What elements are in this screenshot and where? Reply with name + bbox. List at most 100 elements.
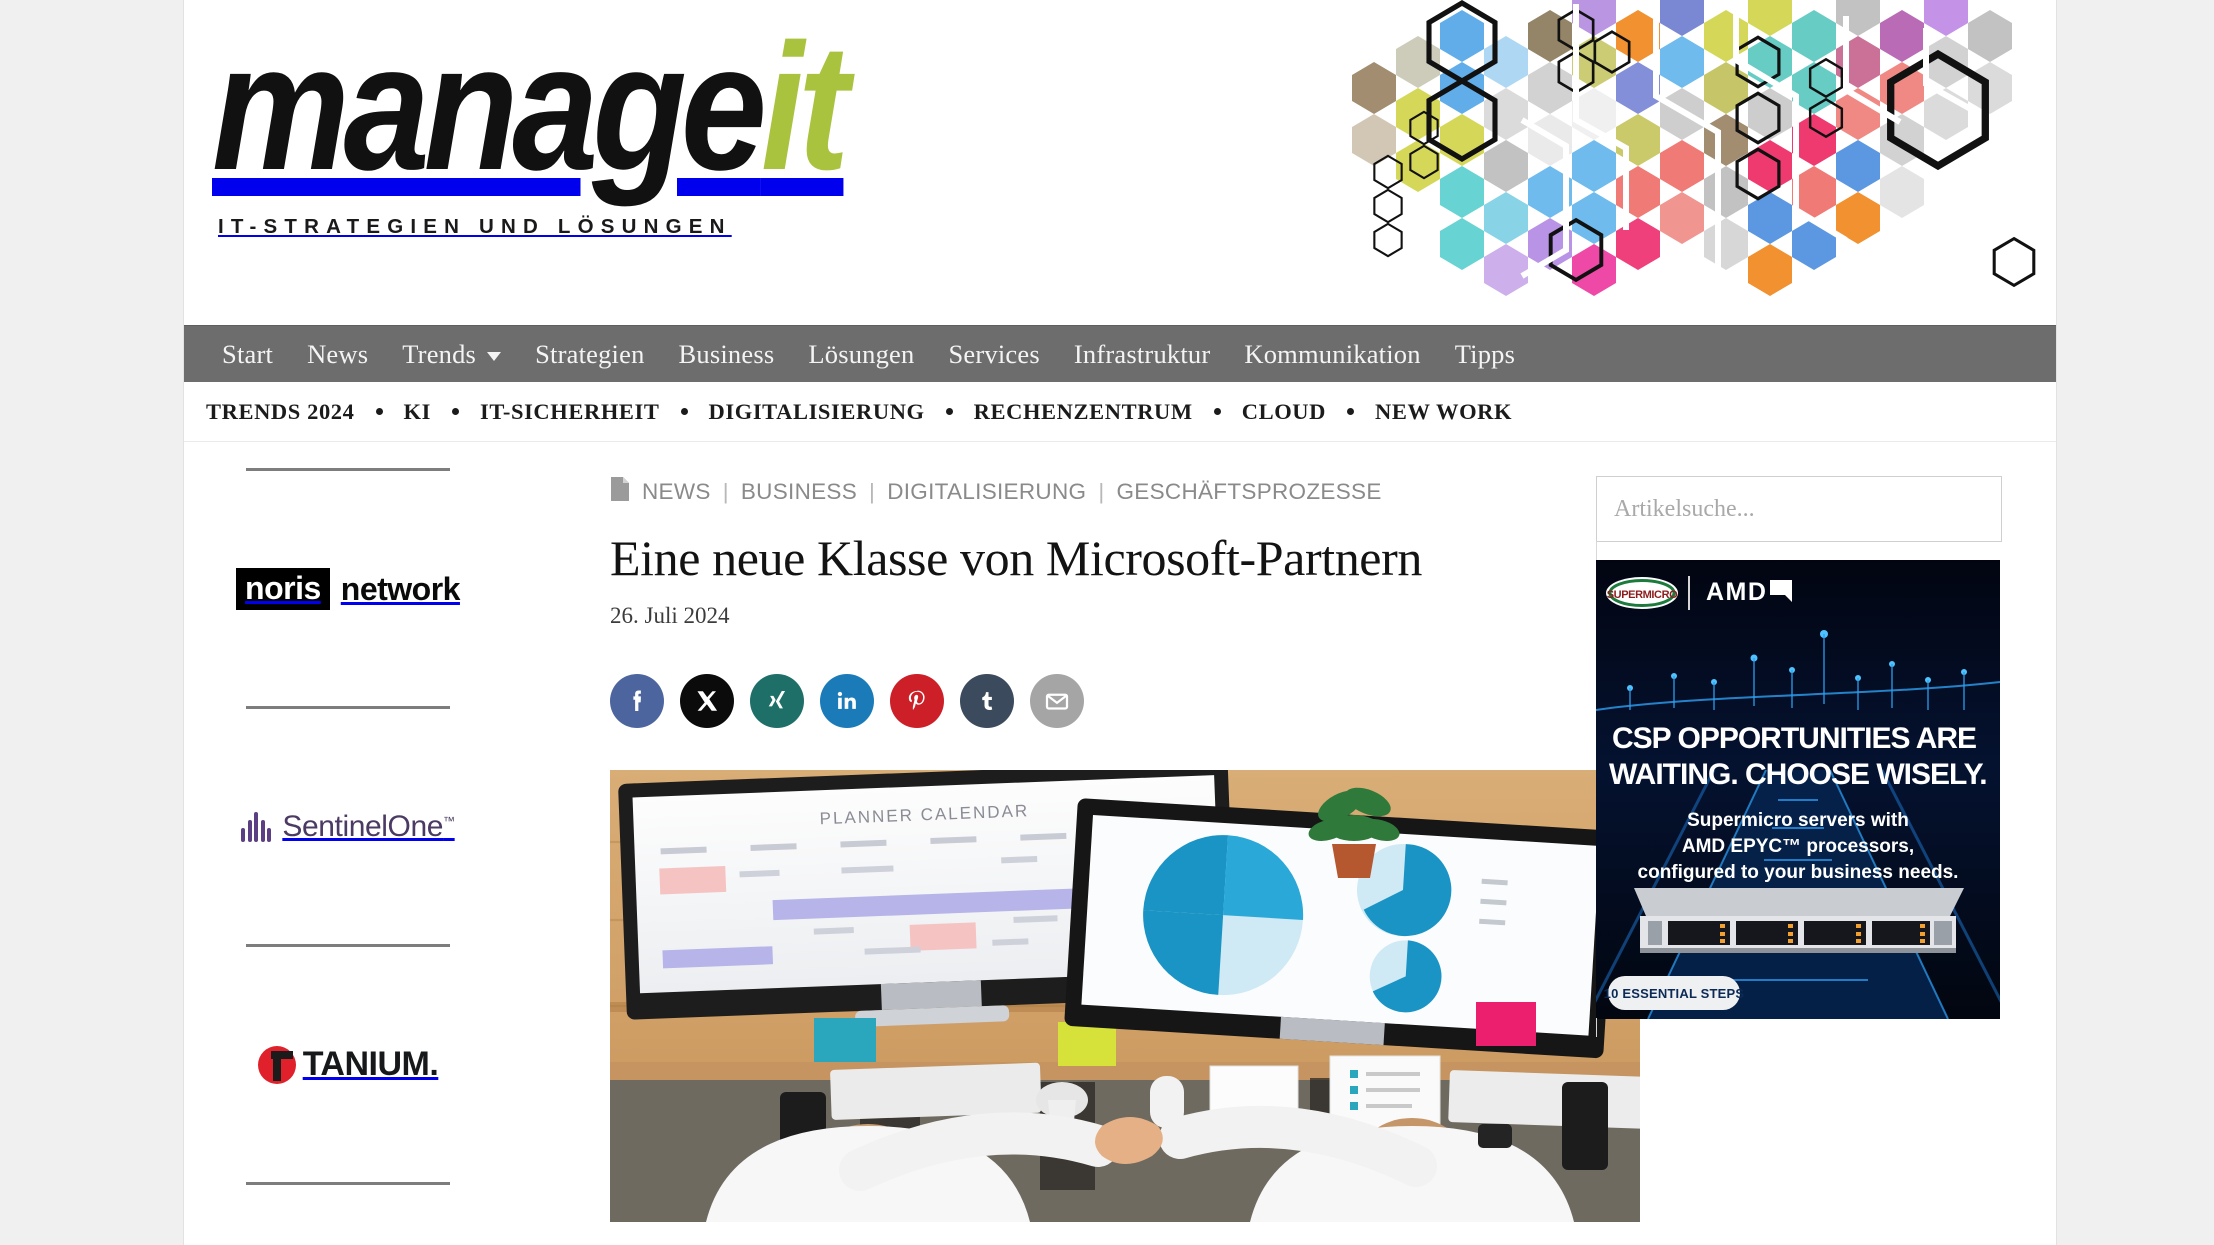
bullet-separator-icon (375, 408, 383, 415)
noris-network-logo[interactable]: noris network (236, 567, 461, 610)
share-xing-button[interactable] (750, 674, 804, 728)
page-gutter-right (2056, 0, 2214, 1245)
sentinelone-mark-icon (241, 811, 272, 842)
nav-item-business[interactable]: Business (662, 326, 792, 382)
nav-link-kommunikation[interactable]: Kommunikation (1244, 339, 1420, 370)
nav-link-infrastruktur[interactable]: Infrastruktur (1074, 339, 1211, 370)
page-content: manageit IT-STRATEGIEN UND LÖSUNGEN Star… (184, 0, 2056, 1245)
trends-item-ki[interactable]: KI (404, 399, 431, 425)
tanium-logo[interactable]: TANIUM. (257, 1045, 439, 1084)
x-twitter-icon (697, 691, 718, 711)
main-nav-list: Start News Trends Strategien Business Lö… (184, 326, 2056, 382)
sponsor-slot-sentinelone[interactable]: SentinelOne™ (208, 709, 488, 944)
tumblr-icon (982, 692, 993, 710)
trends-item-rechenzentrum[interactable]: RECHENZENTRUM (974, 399, 1193, 425)
category-separator: | (1098, 479, 1105, 504)
nav-label: Business (678, 338, 775, 369)
nav-link-news[interactable]: News (307, 339, 368, 370)
nav-link-start[interactable]: Start (222, 339, 273, 370)
article-search-box[interactable] (1596, 476, 2002, 542)
site-logo[interactable]: manageit IT-STRATEGIEN UND LÖSUNGEN (212, 18, 1172, 239)
svg-text:AMD EPYC™ processors,: AMD EPYC™ processors, (1682, 836, 1914, 857)
article-hero-image: PLANNER CALENDAR (610, 770, 1640, 1222)
svg-text:Supermicro servers with: Supermicro servers with (1687, 810, 1909, 831)
share-facebook-button[interactable] (610, 674, 664, 728)
category-link-geschaeftsprozesse[interactable]: GESCHÄFTSPROZESSE (1116, 479, 1381, 505)
nav-label: Strategien (535, 338, 645, 369)
share-pinterest-button[interactable] (890, 674, 944, 728)
bullet-separator-icon (680, 408, 688, 415)
nav-link-strategien[interactable]: Strategien (535, 339, 644, 370)
article-main: NEWS | BUSINESS | DIGITALISIERUNG | GESC… (514, 442, 1640, 1245)
trends-item-new-work[interactable]: NEW WORK (1375, 399, 1512, 425)
nav-label: Trends (402, 338, 477, 369)
nav-item-news[interactable]: News (290, 326, 385, 382)
share-email-button[interactable] (1030, 674, 1084, 728)
svg-text:CSP OPPORTUNITIES ARE: CSP OPPORTUNITIES ARE (1612, 722, 1976, 755)
main-navigation[interactable]: Start News Trends Strategien Business Lö… (184, 325, 2056, 382)
nav-label: Services (948, 338, 1040, 369)
nav-link-tipps[interactable]: Tipps (1455, 339, 1515, 370)
nav-link-business[interactable]: Business (679, 339, 775, 370)
nav-label: Infrastruktur (1073, 338, 1211, 369)
sponsor-slot-tanium[interactable]: TANIUM. (208, 947, 488, 1182)
share-linkedin-button[interactable] (820, 674, 874, 728)
share-x-button[interactable] (680, 674, 734, 728)
isometric-cubes-graphic (1326, 0, 2056, 318)
nav-item-services[interactable]: Services (931, 326, 1056, 382)
right-sidebar: SUPERMICRO AMD CSP OPPORTUNITIES ARE WAI… (1596, 442, 2056, 1245)
sponsor-slot-noris[interactable]: noris network (208, 471, 488, 706)
trademark-symbol: ™ (443, 813, 455, 828)
site-logo-tagline: IT-STRATEGIEN UND LÖSUNGEN (218, 215, 732, 238)
nav-item-trends[interactable]: Trends (385, 326, 518, 382)
article-category-line: NEWS | BUSINESS | DIGITALISIERUNG | GESC… (610, 476, 1536, 508)
category-link-news[interactable]: NEWS (642, 479, 711, 505)
nav-item-infrastruktur[interactable]: Infrastruktur (1057, 326, 1228, 382)
category-link-digitalisierung[interactable]: DIGITALISIERUNG (887, 479, 1086, 505)
category-separator: | (722, 479, 729, 504)
noris-logo-part2: network (340, 570, 461, 607)
page-gutter-left (0, 0, 183, 1245)
sponsor-rail: noris network SentinelOne™ TANIUM. (184, 442, 514, 1245)
category-link-business[interactable]: BUSINESS (741, 479, 857, 505)
svg-text:configured to your business ne: configured to your business needs. (1638, 862, 1959, 883)
trends-year-label[interactable]: TRENDS 2024 (206, 399, 355, 425)
nav-item-loesungen[interactable]: Lösungen (791, 326, 931, 382)
article-date: 26. Juli 2024 (610, 603, 730, 628)
nav-label: Kommunikation (1244, 338, 1421, 369)
nav-item-tipps[interactable]: Tipps (1438, 326, 1532, 382)
nav-item-kommunikation[interactable]: Kommunikation (1227, 326, 1437, 382)
nav-label: Tipps (1454, 338, 1516, 369)
nav-link-services[interactable]: Services (948, 339, 1039, 370)
facebook-icon (633, 690, 641, 711)
nav-item-start[interactable]: Start (205, 326, 290, 382)
linkedin-icon (837, 691, 856, 709)
trends-item-it-sicherheit[interactable]: IT-SICHERHEIT (480, 399, 660, 425)
nav-link-loesungen[interactable]: Lösungen (808, 339, 914, 370)
site-logo-accent: it (760, 7, 850, 208)
site-masthead: manageit IT-STRATEGIEN UND LÖSUNGEN (184, 0, 2056, 325)
social-share-row (610, 674, 1536, 728)
nav-label: Lösungen (808, 338, 915, 369)
site-logo-main: manage (212, 7, 767, 208)
search-input[interactable] (1614, 495, 1984, 523)
document-icon (610, 476, 630, 508)
rail-divider (246, 1182, 450, 1185)
trends-item-cloud[interactable]: CLOUD (1242, 399, 1326, 425)
nav-link-trends[interactable]: Trends (402, 338, 502, 370)
page-title: Eine neue Klasse von Microsoft-Partnern (610, 530, 1422, 586)
tanium-logo-text: TANIUM. (302, 1045, 439, 1083)
sentinelone-logo-text: SentinelOne™ (282, 810, 455, 844)
sentinelone-logo[interactable]: SentinelOne™ (241, 810, 455, 844)
bullet-separator-icon (1213, 408, 1221, 415)
svg-text:10 ESSENTIAL STEPS: 10 ESSENTIAL STEPS (1604, 986, 1745, 1001)
nav-item-strategien[interactable]: Strategien (518, 326, 661, 382)
trends-item-digitalisierung[interactable]: DIGITALISIERUNG (709, 399, 925, 425)
share-tumblr-button[interactable] (960, 674, 1014, 728)
site-logo-wordmark: manageit (212, 18, 1038, 198)
sidebar-advertisement[interactable]: SUPERMICRO AMD CSP OPPORTUNITIES ARE WAI… (1596, 541, 2040, 1037)
svg-text:AMD: AMD (1706, 578, 1767, 606)
category-separator: | (869, 479, 876, 504)
chevron-down-icon[interactable] (487, 351, 502, 361)
noris-logo-part1: noris (236, 567, 330, 610)
